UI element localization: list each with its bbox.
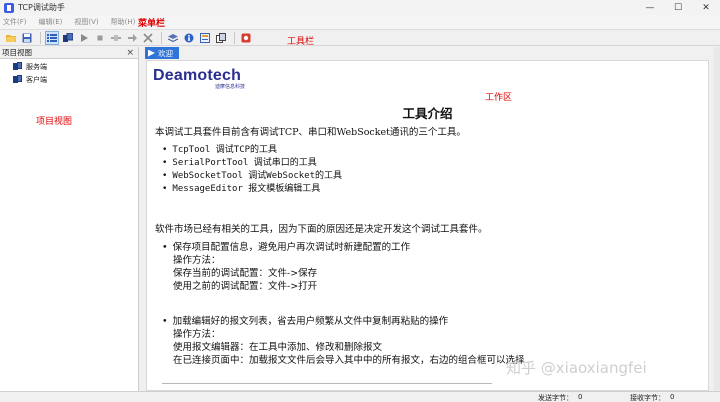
delete-icon xyxy=(143,32,153,43)
feature-item: 保存项目配置信息，避免用户再次调试时新建配置的工作 xyxy=(162,239,411,253)
feature-item: 加载编辑好的报文列表，省去用户频繁从文件中复制再粘贴的操作 xyxy=(162,313,449,327)
record-icon xyxy=(241,33,251,42)
vertical-scrollbar[interactable] xyxy=(714,47,720,391)
maximize-button[interactable]: ☐ xyxy=(664,0,692,15)
menu-bar: 文件(F) 编辑(E) 视图(V) 帮助(H) 菜单栏 xyxy=(0,15,720,29)
help-icon xyxy=(184,33,194,42)
layers-icon xyxy=(168,33,178,42)
send-icon xyxy=(128,33,137,42)
client-icon xyxy=(13,75,22,84)
server-icon xyxy=(63,32,73,42)
tab-welcome-icon xyxy=(148,49,155,57)
menubar-annotation: 菜单栏 xyxy=(138,19,166,29)
layers-button[interactable] xyxy=(166,31,180,45)
tree-item-label: 客户端 xyxy=(26,75,47,84)
watermark: 知乎 @xiaoxiangfei xyxy=(506,359,647,377)
reason-paragraph: 软件市场已经有相关的工具，因为下面的原因还是决定开发这个调试工具套件。 xyxy=(155,224,488,235)
message-edit-icon xyxy=(200,32,210,43)
feature-detail: 使用之前的调试配置：文件->打开 xyxy=(173,281,318,292)
save-icon xyxy=(22,33,32,42)
feature-detail: 保存当前的调试配置：文件->保存 xyxy=(173,268,318,279)
app-icon xyxy=(4,2,14,13)
project-view-header: 项目视图 × xyxy=(0,47,138,59)
server-icon xyxy=(13,62,22,71)
toolbar-annotation: 工具栏 xyxy=(287,37,315,47)
list-view-button[interactable] xyxy=(45,30,59,45)
feature-detail: 操作方法： xyxy=(173,255,221,266)
help-button[interactable] xyxy=(182,31,196,45)
toolbar-separator xyxy=(40,31,41,44)
toolbar: 工具栏 xyxy=(0,29,720,47)
feature-detail: 使用报文编辑器：在工具中添加、修改和删除报文 xyxy=(173,342,383,353)
stop-icon xyxy=(97,35,103,40)
logo-subtitle: 迪摩信息科技 xyxy=(215,84,246,90)
received-bytes-label: 接收字节： xyxy=(630,394,665,402)
sent-bytes-value: 0 xyxy=(578,393,583,401)
minimize-button[interactable]: — xyxy=(636,0,664,15)
server-button[interactable] xyxy=(61,31,75,45)
send-button[interactable] xyxy=(125,31,139,45)
play-icon xyxy=(81,33,88,42)
project-view-close-button[interactable]: × xyxy=(126,48,134,58)
work-area-annotation: 工作区 xyxy=(485,92,513,102)
menu-file[interactable]: 文件(F) xyxy=(3,17,27,27)
menu-view[interactable]: 视图(V) xyxy=(74,17,98,27)
open-folder-button[interactable] xyxy=(4,31,18,45)
message-edit-button[interactable] xyxy=(198,31,212,45)
tool-list-item: SerialPortTool 调试串口的工具 xyxy=(162,155,316,168)
copy-button[interactable] xyxy=(214,31,228,45)
feature-detail: 操作方法： xyxy=(173,329,221,340)
project-view-annotation: 项目视图 xyxy=(36,117,73,127)
work-area: 欢迎 Deamotech 迪摩信息科技 工作区 工具介绍 本调试工具套件目前含有… xyxy=(141,47,714,391)
tab-bar: 欢迎 xyxy=(141,47,714,59)
project-view-panel: 项目视图 × 服务端 客户端 项目视图 xyxy=(0,47,139,391)
save-button[interactable] xyxy=(20,31,34,45)
intro-paragraph: 本调试工具套件目前含有调试TCP、串口和WebSocket通讯的三个工具。 xyxy=(155,127,466,138)
project-view-title: 项目视图 xyxy=(2,48,32,57)
tree-item-client[interactable]: 客户端 xyxy=(13,74,138,85)
tree-item-label: 服务端 xyxy=(26,62,47,71)
tab-welcome-label: 欢迎 xyxy=(158,48,173,58)
copy-icon xyxy=(216,32,226,43)
stop-button[interactable] xyxy=(93,31,107,45)
delete-button[interactable] xyxy=(141,31,155,45)
menu-edit[interactable]: 编辑(E) xyxy=(39,17,63,27)
menu-help[interactable]: 帮助(H) xyxy=(111,17,136,27)
welcome-document[interactable]: Deamotech 迪摩信息科技 工作区 工具介绍 本调试工具套件目前含有调试T… xyxy=(146,60,709,391)
toolbar-separator xyxy=(234,31,235,44)
list-view-icon xyxy=(47,33,57,42)
disconnect-button[interactable] xyxy=(109,31,123,45)
sent-bytes-label: 发送字节： xyxy=(538,394,573,402)
deamotech-logo: Deamotech 迪摩信息科技 xyxy=(153,67,245,90)
toolbar-separator xyxy=(161,31,162,44)
title-bar: TCP调试助手 — ☐ ✕ xyxy=(0,0,720,15)
status-bar: 发送字节： 0 接收字节： 0 xyxy=(0,391,720,402)
tab-welcome[interactable]: 欢迎 xyxy=(145,47,179,59)
disconnect-icon xyxy=(111,34,121,41)
clipped-text-line xyxy=(162,383,492,389)
window-title: TCP调试助手 xyxy=(18,3,65,12)
open-folder-icon xyxy=(6,34,16,42)
close-button[interactable]: ✕ xyxy=(692,0,720,15)
tool-list-item: WebSocketTool 调试WebSocket的工具 xyxy=(162,168,342,181)
doc-title: 工具介绍 xyxy=(402,106,453,121)
received-bytes-value: 0 xyxy=(670,393,675,401)
run-button[interactable] xyxy=(77,31,91,45)
tool-list-item: TcpTool 调试TCP的工具 xyxy=(162,142,277,155)
window-controls: — ☐ ✕ xyxy=(636,0,720,15)
record-button[interactable] xyxy=(239,31,253,45)
tree-item-server[interactable]: 服务端 xyxy=(13,61,138,72)
feature-detail: 在已连接页面中：加载报文文件后会导入其中中的所有报文，右边的组合框可以选择 xyxy=(173,355,525,366)
tool-list-item: MessageEditor 报文模板编辑工具 xyxy=(162,181,320,194)
